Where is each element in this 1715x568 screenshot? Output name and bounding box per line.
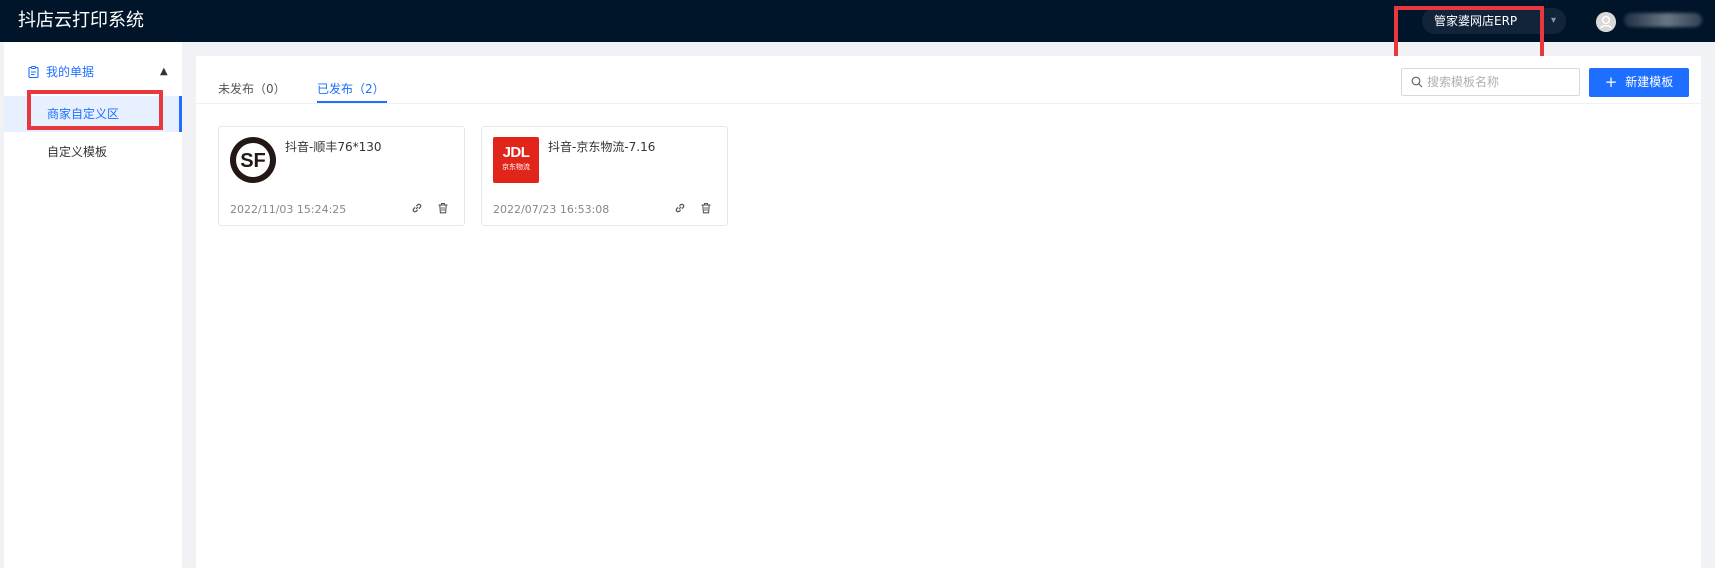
org-select-value: 管家婆网店ERP [1434, 14, 1518, 28]
main-panel: 未发布（0） 已发布（2） + 新建模板 SF 抖音-顺丰76*130 2022/… [196, 56, 1701, 568]
jdl-logo-sub: 京东物流 [502, 163, 530, 171]
template-date: 2022/07/23 16:53:08 [493, 203, 610, 216]
sidebar-group-my-documents[interactable]: 我的单据 ▲ [4, 60, 182, 84]
plus-icon: + [1604, 73, 1618, 91]
clipboard-icon [28, 66, 39, 78]
sidebar: 我的单据 ▲ 商家自定义区 自定义模板 [4, 42, 182, 568]
sidebar-item-merchant-custom[interactable]: 商家自定义区 [4, 96, 182, 132]
tab-published[interactable]: 已发布（2） [317, 80, 385, 98]
jdl-logo-mark: JDL [502, 144, 530, 161]
template-card[interactable]: SF 抖音-顺丰76*130 2022/11/03 15:24:25 [218, 126, 465, 226]
sf-logo-mark: SF [240, 150, 266, 172]
search-input[interactable] [1427, 73, 1577, 91]
sf-logo-icon: SF [231, 138, 275, 182]
tab-bar: 未发布（0） 已发布（2） + 新建模板 [196, 56, 1701, 104]
link-icon[interactable] [674, 202, 686, 214]
link-icon[interactable] [411, 202, 423, 214]
tab-active-indicator [317, 101, 387, 103]
new-template-label: 新建模板 [1625, 75, 1674, 89]
tab-unpublished[interactable]: 未发布（0） [218, 80, 286, 98]
new-template-button[interactable]: + 新建模板 [1589, 68, 1689, 97]
jd-logistics-logo: JDL 京东物流 [493, 137, 539, 183]
search-box[interactable] [1401, 68, 1580, 96]
org-select[interactable]: 管家婆网店ERP ▾ [1422, 8, 1566, 34]
search-icon [1411, 76, 1423, 88]
chevron-down-icon: ▾ [1550, 15, 1556, 26]
template-title: 抖音-顺丰76*130 [285, 140, 382, 154]
user-name-blurred[interactable] [1624, 13, 1702, 27]
template-date: 2022/11/03 15:24:25 [230, 203, 347, 216]
trash-icon[interactable] [700, 202, 712, 214]
sidebar-group-label: 我的单据 [46, 65, 95, 79]
top-bar: 抖店云打印系统 管家婆网店ERP ▾ [0, 0, 1715, 42]
template-card[interactable]: JDL 京东物流 抖音-京东物流-7.16 2022/07/23 16:53:0… [481, 126, 728, 226]
chevron-up-icon: ▲ [160, 66, 168, 77]
sidebar-item-custom-templates[interactable]: 自定义模板 [4, 134, 182, 170]
trash-icon[interactable] [437, 202, 449, 214]
avatar[interactable] [1596, 12, 1616, 32]
template-title: 抖音-京东物流-7.16 [548, 140, 656, 154]
app-title: 抖店云打印系统 [18, 10, 144, 31]
sf-express-logo: SF [230, 137, 276, 183]
user-icon [1596, 12, 1616, 32]
